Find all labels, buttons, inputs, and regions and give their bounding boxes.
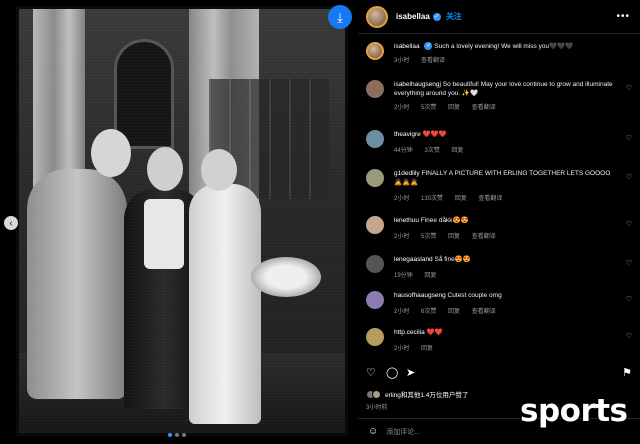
comment-username[interactable]: isabellaa — [394, 43, 420, 50]
post-media[interactable]: ⤓ ‹ — [0, 0, 358, 444]
comment-username[interactable]: isabelhaugsengj — [394, 81, 441, 88]
post-actions: ♡ ◯ ➤ ⚑ — [366, 366, 632, 382]
avatar[interactable] — [366, 255, 384, 273]
carousel-dot — [168, 433, 172, 437]
reply-link[interactable]: 回复 — [451, 148, 463, 154]
like-icon[interactable]: ♡ — [626, 295, 632, 303]
comment-time: 44分钟 — [394, 148, 413, 154]
like-icon[interactable]: ♡ — [626, 220, 632, 228]
comment-likes[interactable]: 5次赞 — [421, 105, 436, 111]
caption-text: Such a lovely evening! We will miss you🖤… — [434, 43, 574, 50]
comment-likes[interactable]: 5次赞 — [421, 234, 436, 240]
comment-time: 19分钟 — [394, 273, 413, 279]
comment-username[interactable]: http.cecilia — [394, 329, 425, 336]
reply-link[interactable]: 回复 — [448, 309, 460, 315]
avatar — [372, 389, 381, 399]
bookmark-icon[interactable]: ⚑ — [622, 366, 632, 379]
more-horizontal-icon[interactable]: ••• — [616, 11, 630, 22]
avatar[interactable] — [366, 328, 384, 346]
comment-text: Cutest couple omg — [447, 292, 502, 299]
translate-link[interactable]: 查看翻译 — [478, 196, 502, 202]
like-icon[interactable]: ♡ — [626, 134, 632, 142]
comment-time: 2小时 — [394, 346, 410, 352]
comment-icon[interactable]: ◯ — [386, 366, 398, 379]
verified-icon: ✓ — [432, 12, 441, 21]
comment-username[interactable]: lenethuu — [394, 217, 419, 224]
avatar[interactable] — [366, 42, 384, 60]
carousel-dot — [175, 433, 179, 437]
avatar[interactable] — [366, 169, 384, 187]
post-photo — [16, 6, 348, 436]
comment-time: 2小时 — [394, 196, 410, 202]
post-header: isabellaa ✓ 关注 ••• — [358, 0, 640, 34]
like-icon[interactable]: ♡ — [626, 259, 632, 267]
translate-link[interactable]: 查看翻译 — [421, 58, 445, 64]
author-username[interactable]: isabellaa — [396, 12, 430, 21]
comment-username[interactable]: theavigre — [394, 131, 421, 138]
translate-link[interactable]: 查看翻译 — [472, 105, 496, 111]
comment-text: Finee dåkk😍😍 — [420, 217, 469, 224]
avatar[interactable] — [366, 80, 384, 98]
like-icon[interactable]: ♡ — [626, 332, 632, 340]
carousel-prev-button[interactable]: ‹ — [4, 216, 18, 230]
follow-button[interactable]: 关注 — [446, 11, 462, 22]
like-icon[interactable]: ♡ — [626, 173, 632, 181]
carousel-dot — [182, 433, 186, 437]
comment-likes[interactable]: 130次赞 — [421, 196, 443, 202]
avatar[interactable] — [366, 291, 384, 309]
verified-icon: ✓ — [424, 42, 433, 51]
comment-username[interactable]: lenegaasland — [394, 256, 433, 263]
comment-text: ❤️❤️❤️ — [422, 131, 447, 138]
comments-list: isabellaa ✓ Such a lovely evening! We wi… — [358, 38, 640, 358]
translate-link[interactable]: 查看翻译 — [472, 234, 496, 240]
comment-text: Så fine😍😍 — [434, 256, 471, 263]
comment-time: 2小时 — [394, 309, 410, 315]
download-icon: ⤓ — [337, 9, 343, 25]
watermark: sports — [520, 393, 628, 429]
comment-likes[interactable]: 6次赞 — [421, 309, 436, 315]
comment-username[interactable]: g1dedlily — [394, 170, 420, 177]
download-button[interactable]: ⤓ — [328, 5, 352, 29]
add-comment-input[interactable]: 添加评论... — [386, 427, 420, 437]
likes-text: erling和其他1.4万位用户赞了 — [385, 392, 469, 399]
reply-link[interactable]: 回复 — [421, 346, 433, 352]
reply-link[interactable]: 回复 — [424, 273, 436, 279]
emoji-icon[interactable]: ☺ — [368, 426, 378, 437]
avatar[interactable] — [366, 216, 384, 234]
like-icon[interactable]: ♡ — [626, 84, 632, 92]
comment-time: 2小时 — [394, 234, 410, 240]
post-details-panel: isabellaa ✓ 关注 ••• isabellaa ✓ Such a lo… — [358, 0, 640, 444]
share-icon[interactable]: ➤ — [406, 366, 415, 379]
comment-text: FINALLY A PICTURE WITH ERLING TOGETHER L… — [394, 170, 611, 186]
comment-time: 3小时 — [394, 58, 410, 64]
comment-likes[interactable]: 3次赞 — [424, 148, 439, 154]
likes-summary[interactable]: erling和其他1.4万位用户赞了 — [366, 389, 468, 399]
comment-text: ❤️❤️ — [426, 329, 443, 336]
avatar[interactable] — [366, 130, 384, 148]
reply-link[interactable]: 回复 — [455, 196, 467, 202]
chevron-left-icon: ‹ — [9, 217, 13, 229]
translate-link[interactable]: 查看翻译 — [472, 309, 496, 315]
reply-link[interactable]: 回复 — [448, 105, 460, 111]
comment-time: 2小时 — [394, 105, 410, 111]
avatar[interactable] — [366, 5, 388, 28]
post-timestamp: 3小时前 — [366, 405, 388, 411]
carousel-dots — [168, 433, 186, 437]
like-heart-icon[interactable]: ♡ — [366, 366, 376, 379]
comment-username[interactable]: hausofhaaugseng — [394, 292, 446, 299]
reply-link[interactable]: 回复 — [448, 234, 460, 240]
